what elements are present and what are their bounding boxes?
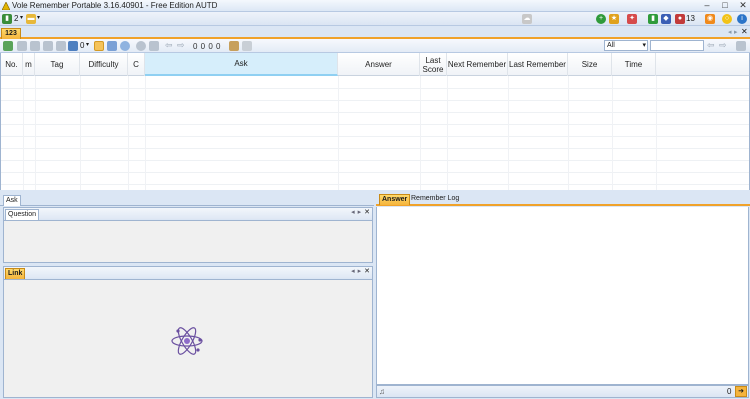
card-view-icon[interactable] [107, 41, 117, 51]
chevron-down-icon: ▾ [642, 42, 646, 49]
tab-link[interactable]: Link [5, 268, 26, 279]
column-no[interactable]: No. [1, 53, 23, 76]
mail-icon[interactable] [242, 41, 252, 51]
pane-prev-icon[interactable]: ◂ [351, 267, 355, 277]
menu-count: 2 [14, 14, 19, 23]
tab-question[interactable]: Question [5, 209, 40, 220]
trophy-icon[interactable]: ★ [609, 14, 619, 24]
filter-select[interactable]: All ▾ [604, 40, 648, 51]
close-button[interactable]: ✕ [738, 0, 748, 11]
grid-view-icon[interactable] [94, 41, 104, 51]
next-card-button-icon[interactable]: ➜ [735, 386, 747, 397]
column-m[interactable]: m [23, 53, 35, 76]
column-tag[interactable]: Tag [35, 53, 80, 76]
badge-count: 13 [686, 14, 695, 23]
maximize-button[interactable]: □ [720, 0, 730, 11]
window-title: Vole Remember Portable 3.16.40901 - Free… [12, 1, 218, 10]
folder-menu-icon[interactable]: ▬ [26, 14, 36, 24]
print-icon[interactable] [56, 41, 66, 51]
table-header: No. m Tag Difficulty C Ask Answer Last S… [1, 53, 749, 76]
cloud-icon[interactable]: ☁ [522, 14, 532, 24]
link-content [4, 279, 372, 397]
question-content[interactable] [4, 220, 372, 262]
lightbulb-icon[interactable]: ○ [722, 14, 732, 24]
lock-icon[interactable] [229, 41, 239, 51]
column-time[interactable]: Time [612, 53, 656, 76]
search-icon[interactable] [120, 41, 130, 51]
answer-status-bar: ♫ 0 ➜ [376, 385, 749, 398]
chart-menu-icon[interactable]: ▮ [2, 14, 12, 24]
answer-count: 0 [727, 387, 732, 396]
toolbar: 0 ▾ ⇦ ⇨ 0 0 0 0 All ▾ ⇦ ⇨ [0, 39, 750, 53]
pane-next-icon[interactable]: ▸ [358, 267, 362, 277]
app-logo-icon [1, 1, 11, 11]
column-size[interactable]: Size [568, 53, 612, 76]
menu-bar: ▮ 2 ▾ ▬ ▾ ☁ + ★ ✦ ▮ ◆ ● 13 ◉ ○ i [0, 12, 750, 26]
forward-arrow-icon[interactable]: ⇨ [177, 40, 185, 51]
rss-icon[interactable]: ◉ [705, 14, 715, 24]
pane-close-icon[interactable]: ✕ [364, 267, 370, 277]
minimize-button[interactable]: – [702, 0, 712, 11]
atom-logo-icon [170, 324, 204, 358]
badge-icon[interactable]: ● [675, 14, 685, 24]
delete-icon[interactable] [30, 41, 40, 51]
prev-result-icon[interactable]: ⇦ [707, 40, 715, 51]
back-arrow-icon[interactable]: ⇦ [165, 40, 173, 51]
flag-icon[interactable]: ▮ [648, 14, 658, 24]
column-c[interactable]: C [128, 53, 145, 76]
tab-next-arrow-icon[interactable]: ▸ [734, 28, 738, 36]
column-next-remember[interactable]: Next Remember [447, 53, 508, 76]
column-ask[interactable]: Ask [145, 53, 338, 76]
refresh-icon[interactable] [136, 41, 146, 51]
document-tab-strip: 123 ◂ ▸ ✕ [0, 27, 750, 39]
column-difficulty[interactable]: Difficulty [80, 53, 128, 76]
cards-table: No. m Tag Difficulty C Ask Answer Last S… [0, 53, 750, 190]
tab-close-icon[interactable]: ✕ [741, 27, 748, 36]
pane-close-icon[interactable]: ✕ [364, 208, 370, 218]
save-icon[interactable] [68, 41, 78, 51]
dropdown-arrow-icon[interactable]: ▾ [37, 14, 40, 21]
ask-tab-strip: Ask [0, 193, 374, 206]
layout-icon[interactable] [736, 41, 746, 51]
title-bar: Vole Remember Portable 3.16.40901 - Free… [0, 0, 750, 12]
dropdown-arrow-icon[interactable]: ▾ [86, 41, 89, 48]
next-result-icon[interactable]: ⇨ [719, 40, 727, 51]
dropdown-arrow-icon[interactable]: ▾ [20, 14, 23, 21]
tab-ask[interactable]: Ask [3, 195, 21, 206]
range-icon[interactable] [149, 41, 159, 51]
column-last-score[interactable]: Last Score [420, 53, 447, 76]
new-item-icon[interactable] [3, 41, 13, 51]
shield-icon[interactable]: ◆ [661, 14, 671, 24]
answer-tab-strip: Answer Remember Log [376, 193, 750, 206]
link-pane: Link ◂ ▸ ✕ [3, 266, 373, 398]
column-last-remember[interactable]: Last Remember [508, 53, 568, 76]
search-input[interactable] [650, 40, 704, 51]
filter-select-value: All [607, 42, 615, 49]
tab-123[interactable]: 123 [1, 28, 21, 39]
info-icon[interactable]: i [737, 14, 747, 24]
column-answer[interactable]: Answer [338, 53, 420, 76]
edit-icon[interactable] [17, 41, 27, 51]
question-pane: Question ◂ ▸ ✕ [3, 207, 373, 263]
counter-display: 0 0 0 0 [193, 42, 221, 51]
audio-icon[interactable]: ♫ [379, 387, 385, 396]
pane-next-icon[interactable]: ▸ [358, 208, 362, 218]
tab-answer[interactable]: Answer [379, 194, 411, 205]
toolbar-zero: 0 [80, 41, 85, 50]
tab-remember-log[interactable]: Remember Log [411, 195, 459, 202]
tab-prev-arrow-icon[interactable]: ◂ [728, 28, 732, 36]
copy-icon[interactable] [43, 41, 53, 51]
medal-icon[interactable]: ✦ [627, 14, 637, 24]
add-icon[interactable]: + [596, 14, 606, 24]
pane-prev-icon[interactable]: ◂ [351, 208, 355, 218]
answer-content[interactable] [376, 207, 749, 385]
